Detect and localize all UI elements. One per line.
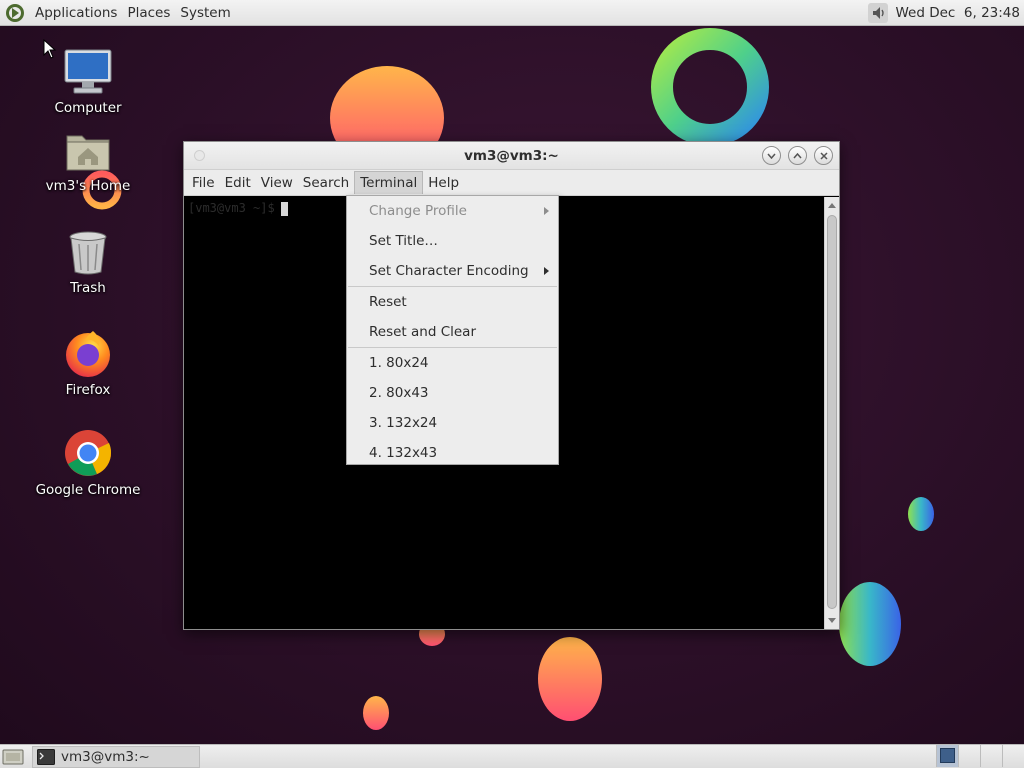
places-menu[interactable]: Places [122,5,175,21]
menu-item-size-80x43[interactable]: 2. 80x43 [347,378,558,408]
desktop-icon-label: vm3's Home [45,178,131,194]
shell-prompt: [vm3@vm3 ~]$ [188,201,288,216]
workspace-2[interactable] [958,745,980,767]
menu-item-label: Set Title… [369,233,438,249]
taskbar-item-label: vm3@vm3:~ [61,748,150,765]
top-panel: Applications Places System Wed Dec 6, 23… [0,0,1024,26]
applications-menu[interactable]: Applications [30,5,122,21]
menu-item-label: 2. 80x43 [369,385,429,401]
desktop-icon-chrome[interactable]: Google Chrome [33,428,143,498]
menu-edit[interactable]: Edit [220,172,256,194]
submenu-arrow-icon [544,207,549,215]
chrome-icon [65,430,112,476]
window-menubar: File Edit View Search Terminal Help [184,170,839,196]
desktop-icon-firefox[interactable]: Firefox [33,328,143,398]
distro-logo-icon[interactable] [4,2,26,24]
menu-item-reset[interactable]: Reset [347,287,558,317]
menu-file[interactable]: File [187,172,220,194]
mouse-pointer-icon [43,39,57,59]
text-cursor [280,201,288,216]
menu-item-change-profile[interactable]: Change Profile [347,196,558,226]
menu-item-set-title[interactable]: Set Title… [347,226,558,256]
window-menu-dot[interactable] [194,150,205,161]
menu-terminal[interactable]: Terminal [354,171,424,194]
maximize-button[interactable] [788,146,807,165]
menu-item-label: Reset [369,294,407,310]
menu-item-size-132x43[interactable]: 4. 132x43 [347,438,558,468]
close-icon [819,151,828,160]
menu-view[interactable]: View [256,172,298,194]
desktop-icon-label: Google Chrome [35,482,141,498]
menu-item-reset-and-clear[interactable]: Reset and Clear [347,317,558,347]
window-title: vm3@vm3:~ [464,147,559,164]
menu-item-size-80x24[interactable]: 1. 80x24 [347,348,558,378]
wallpaper-orange-drop [538,637,602,721]
computer-icon [64,49,112,94]
desktop-icon-label: Trash [70,280,106,296]
workspace-window-thumb [940,748,955,763]
workspace-4[interactable] [1002,745,1024,767]
prompt-text: [vm3@vm3 ~]$ [188,201,275,215]
desktop-icon-label: Firefox [65,382,111,398]
menu-item-label: 1. 80x24 [369,355,429,371]
terminal-menu-dropdown: Change Profile Set Title… Set Character … [346,195,559,465]
window-titlebar[interactable]: vm3@vm3:~ [184,142,839,170]
desktop-icon-label: Computer [54,100,122,116]
wallpaper-small-blue-blob [908,497,934,531]
taskbar-item-terminal[interactable]: vm3@vm3:~ [32,745,200,768]
desktop-icon-home[interactable]: vm3's Home [33,130,143,194]
desktop-icon-trash[interactable]: Trash [33,230,143,296]
terminal-icon [37,748,55,765]
system-menu[interactable]: System [175,5,235,21]
menu-search[interactable]: Search [298,172,354,194]
minimize-button[interactable] [762,146,781,165]
wallpaper-green-ring [651,28,769,146]
menu-item-label: Reset and Clear [369,324,476,340]
menu-item-label: 4. 132x43 [369,445,438,461]
trash-icon [69,231,107,275]
firefox-icon [66,331,110,377]
menu-item-label: Set Character Encoding [369,263,529,279]
submenu-arrow-icon [544,267,549,275]
workspace-3[interactable] [980,745,1002,767]
chevron-up-icon [793,152,802,158]
clock[interactable]: Wed Dec 6, 23:48 [889,5,1020,21]
wallpaper-small-drop [363,696,389,730]
scrollbar-thumb[interactable] [827,215,837,609]
menu-item-set-character-encoding[interactable]: Set Character Encoding [347,256,558,286]
wallpaper-blue-blob [839,582,901,666]
scroll-up-icon[interactable] [828,203,836,208]
volume-icon[interactable] [867,2,889,24]
home-folder-icon [66,135,110,171]
workspace-1[interactable] [936,745,958,767]
show-desktop-icon[interactable] [2,747,24,767]
scroll-down-icon[interactable] [828,618,836,623]
menu-help[interactable]: Help [423,172,464,194]
menu-item-size-132x24[interactable]: 3. 132x24 [347,408,558,438]
vertical-scrollbar[interactable] [824,197,839,629]
bottom-panel: vm3@vm3:~ [0,744,1024,768]
close-button[interactable] [814,146,833,165]
chevron-down-icon [767,153,776,159]
menu-item-label: Change Profile [369,203,467,219]
menu-item-label: 3. 132x24 [369,415,438,431]
